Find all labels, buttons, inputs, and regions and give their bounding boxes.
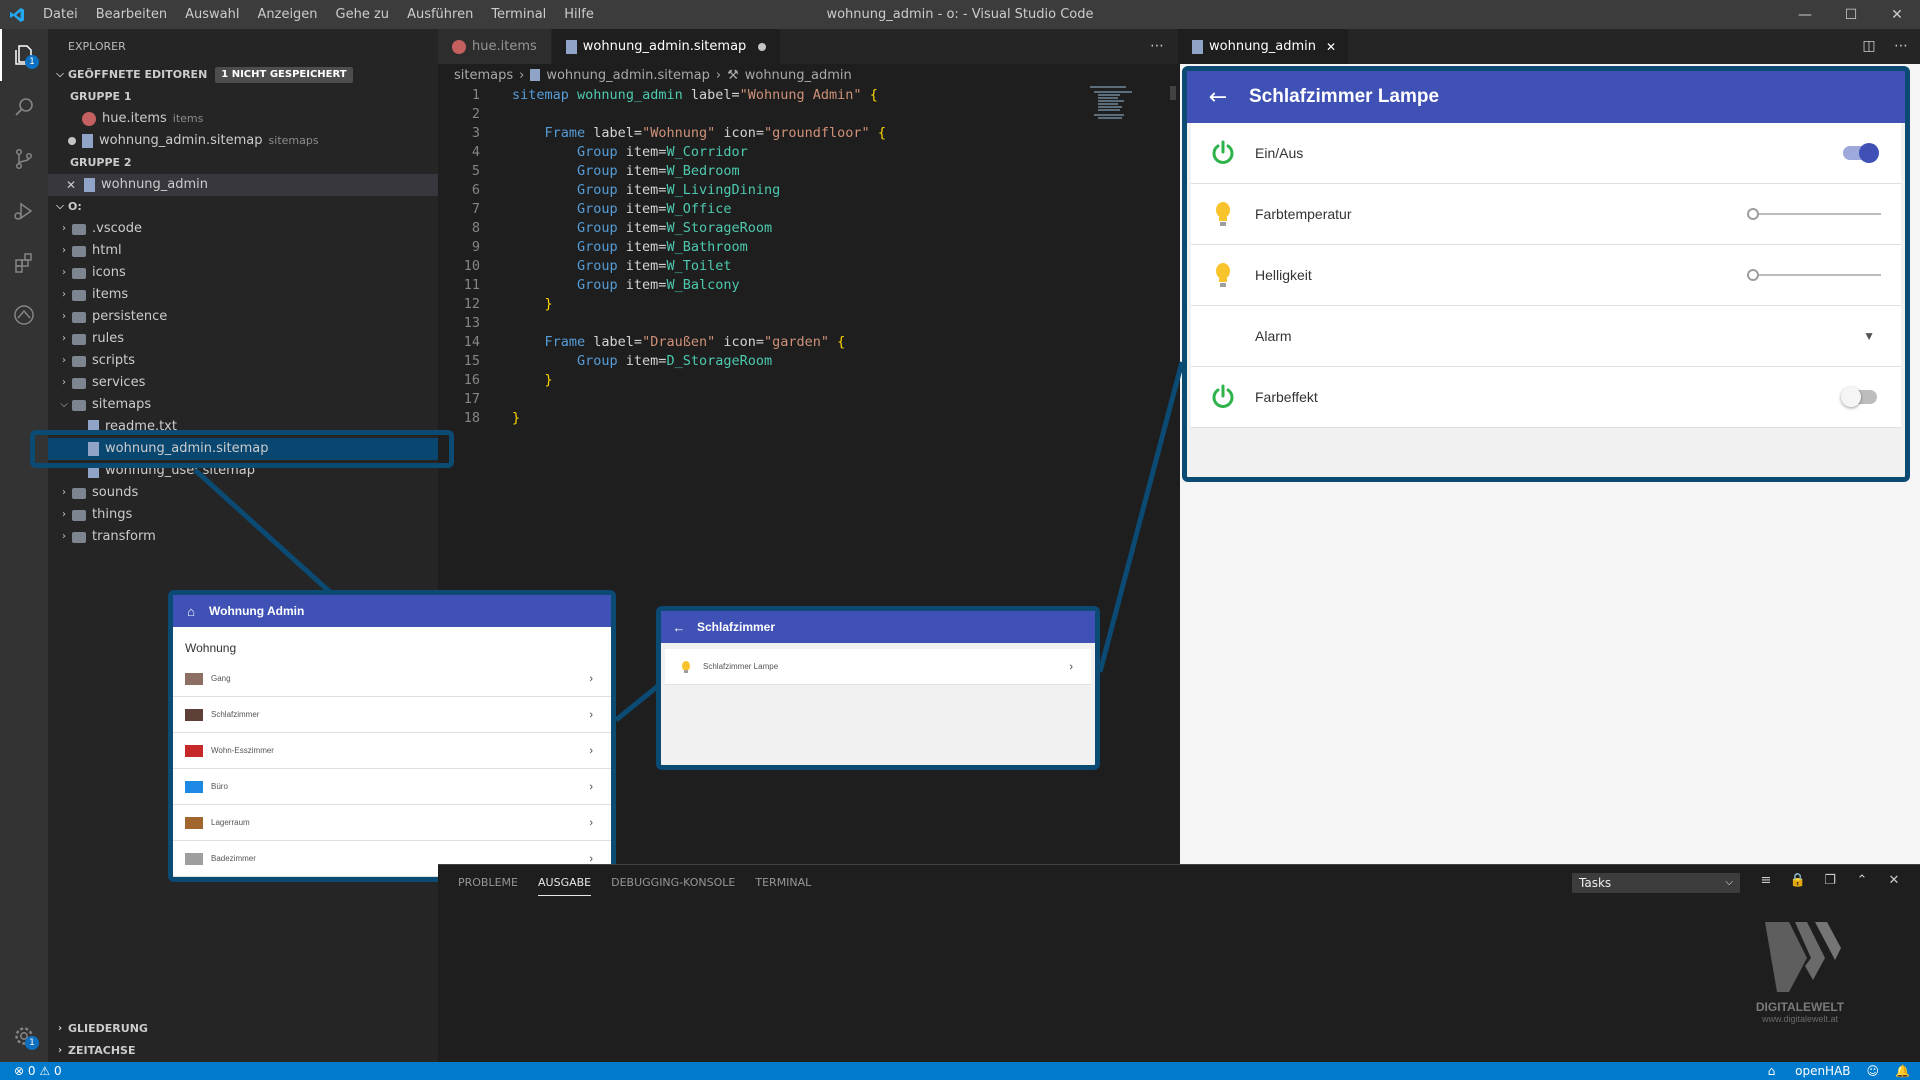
back-arrow-icon: ←: [672, 619, 686, 635]
chevron-right-icon: ›: [589, 708, 593, 721]
close-icon[interactable]: ✕: [1878, 873, 1910, 888]
panel-tab-ausgabe[interactable]: AUSGABE: [538, 870, 592, 896]
warning-icon: ⚠: [39, 1064, 51, 1078]
lock-icon[interactable]: 🔒: [1782, 873, 1814, 888]
room-icon: [185, 672, 203, 685]
list-item-label: Schlafzimmer: [211, 710, 260, 719]
warning-count: 0: [53, 1064, 62, 1078]
status-bar: ⊗ 0 ⚠ 0 ⌂ openHAB ☺ 🔔: [0, 1062, 1920, 1080]
panel-tab-debugging-konsole[interactable]: DEBUGGING-KONSOLE: [611, 870, 735, 895]
list-item[interactable]: Schlafzimmer Lampe ›: [665, 649, 1091, 685]
list-item-label: Gang: [211, 674, 231, 683]
chevron-right-icon: ›: [589, 672, 593, 685]
mini-header: ⌂ Wohnung Admin: [173, 595, 611, 627]
panel-tab-probleme[interactable]: PROBLEME: [458, 870, 518, 895]
problems-status[interactable]: ⊗ 0 ⚠ 0: [0, 1064, 62, 1078]
list-item[interactable]: Schlafzimmer ›: [173, 697, 611, 733]
digitalewelt-logo-icon: [1765, 922, 1841, 992]
mini-title: Wohnung Admin: [209, 604, 305, 618]
list-item[interactable]: Büro ›: [173, 769, 611, 805]
chevron-up-icon[interactable]: ⌃: [1846, 873, 1878, 888]
bottom-panel: PROBLEME AUSGABE DEBUGGING-KONSOLE TERMINAL…: [438, 864, 1920, 1062]
home-icon: ⌂: [1767, 1064, 1776, 1078]
logo-url: www.digitalewelt.at: [1761, 1014, 1839, 1024]
bulb-icon: [682, 660, 690, 673]
list-item[interactable]: Wohn-Esszimmer ›: [173, 733, 611, 769]
openhab-status[interactable]: ⌂ openHAB: [1752, 1064, 1851, 1078]
list-item-label: Schlafzimmer Lampe: [703, 662, 779, 671]
room-icon: [185, 780, 203, 793]
error-icon: ⊗: [14, 1064, 25, 1078]
chevron-right-icon: ›: [1069, 660, 1073, 673]
error-count: 0: [27, 1064, 36, 1078]
digitalewelt-logo: DIGITALEWELT www.digitalewelt.at: [1740, 918, 1860, 1028]
panel-tab-terminal[interactable]: TERMINAL: [755, 870, 811, 895]
select-value: Tasks: [1579, 876, 1612, 890]
mini-title: Schlafzimmer: [697, 620, 776, 634]
copy-icon[interactable]: ❐: [1814, 873, 1846, 888]
home-icon: ⌂: [187, 603, 195, 619]
list-item[interactable]: Gang ›: [173, 661, 611, 697]
sitemap-home-callout: ⌂ Wohnung Admin Wohnung Gang › Schlafzimme…: [168, 590, 616, 882]
list-item-label: Wohn-Esszimmer: [211, 746, 274, 755]
list-item-label: Büro: [211, 782, 228, 791]
chevron-down-icon: ⌵: [1725, 877, 1733, 888]
chevron-right-icon: ›: [589, 780, 593, 793]
list-item-label: Badezimmer: [211, 854, 256, 863]
chevron-right-icon: ›: [589, 744, 593, 757]
chevron-right-icon: ›: [589, 852, 593, 865]
list-item[interactable]: Lagerraum ›: [173, 805, 611, 841]
logo-name: DIGITALEWELT: [1755, 1000, 1845, 1014]
notifications-bell-icon[interactable]: 🔔: [1895, 1064, 1910, 1078]
chevron-right-icon: ›: [589, 816, 593, 829]
room-icon: [185, 816, 203, 829]
bedroom-callout: ← Schlafzimmer Schlafzimmer Lampe ›: [656, 606, 1100, 770]
room-icon: [185, 708, 203, 721]
output-channel-select[interactable]: Tasks ⌵: [1572, 873, 1740, 893]
mini-section-title: Wohnung: [173, 627, 611, 661]
openhab-label: openHAB: [1795, 1064, 1851, 1078]
list-item-label: Lagerraum: [211, 818, 250, 827]
room-icon: [185, 852, 203, 865]
filter-lines-icon[interactable]: ≡: [1750, 873, 1782, 888]
mini-header: ← Schlafzimmer: [661, 611, 1095, 643]
room-icon: [185, 744, 203, 757]
feedback-icon[interactable]: ☺: [1867, 1064, 1880, 1078]
